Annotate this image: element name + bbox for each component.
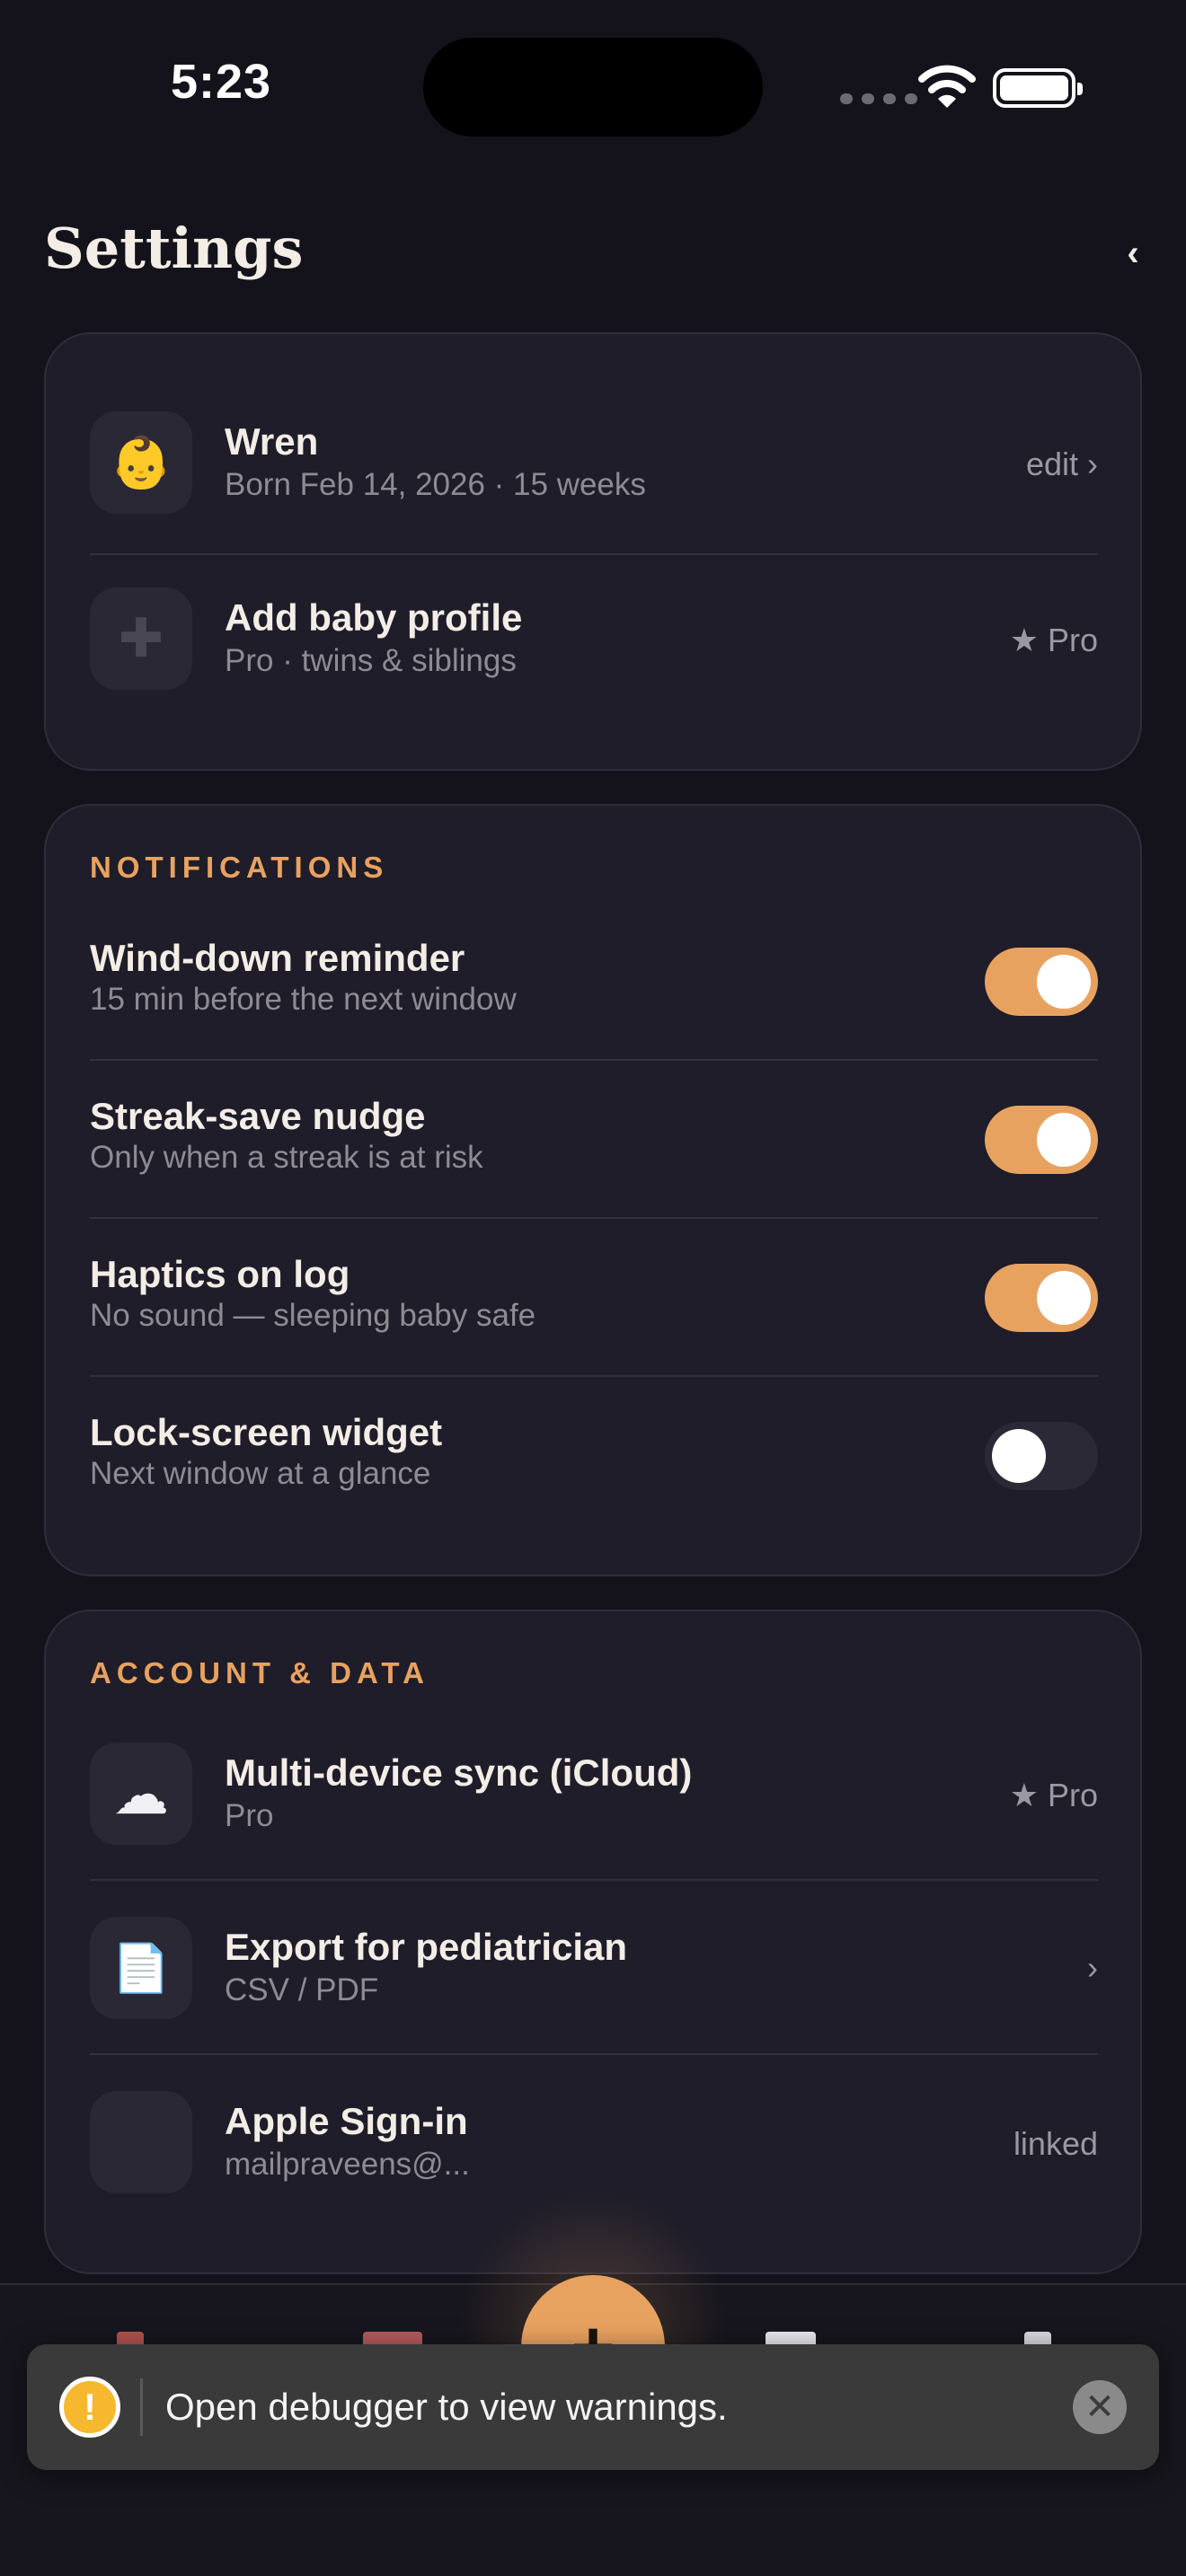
cellular-signal-icon	[840, 93, 917, 104]
notif-title: Streak-save nudge	[90, 1095, 426, 1137]
divider	[90, 1879, 1098, 1881]
add-profile-subtitle: Pro · twins & siblings	[225, 643, 517, 678]
toast-message: Open debugger to view warnings.	[165, 2386, 728, 2428]
baby-icon: 👶	[90, 411, 192, 514]
account-data-card: ACCOUNT & DATA ☁ Multi-device sync (iClo…	[44, 1610, 1142, 2274]
divider	[90, 1059, 1098, 1061]
notifications-card: NOTIFICATIONS Wind-down reminder 15 min …	[44, 804, 1142, 1576]
sync-subtitle: Pro	[225, 1798, 274, 1833]
apple-account-email: mailpraveens@...	[225, 2147, 470, 2182]
lock-screen-widget-toggle[interactable]	[985, 1422, 1098, 1490]
notif-subtitle: 15 min before the next window	[90, 982, 517, 1017]
plus-icon: ✚	[90, 587, 192, 690]
status-time: 5:23	[171, 55, 272, 109]
haptics-on-log-toggle[interactable]	[985, 1264, 1098, 1332]
notif-row-haptics: Haptics on log No sound — sleeping baby …	[90, 1253, 1098, 1343]
document-icon: 📄	[90, 1917, 192, 2019]
pro-badge: ★ Pro	[1009, 622, 1098, 658]
streak-save-nudge-toggle[interactable]	[985, 1106, 1098, 1174]
profile-details: Born Feb 14, 2026 · 15 weeks	[225, 467, 646, 502]
notif-title: Wind-down reminder	[90, 937, 465, 979]
notif-title: Haptics on log	[90, 1253, 350, 1295]
edit-profile-link[interactable]: edit ›	[1026, 446, 1098, 483]
close-icon[interactable]: ✕	[1073, 2380, 1127, 2434]
apple-sign-in-row[interactable]: Apple Sign-in mailpraveens@... linked	[90, 2091, 1098, 2193]
profile-name: Wren	[225, 420, 319, 463]
icloud-sync-row[interactable]: ☁ Multi-device sync (iCloud) Pro ★ Pro	[90, 1742, 1098, 1845]
section-label-account-data: ACCOUNT & DATA	[90, 1656, 429, 1689]
toast-separator	[140, 2378, 143, 2436]
back-button[interactable]: ‹	[1111, 226, 1155, 280]
profile-row-wren[interactable]: 👶 Wren Born Feb 14, 2026 · 15 weeks edit…	[90, 411, 1098, 514]
sync-title: Multi-device sync (iCloud)	[225, 1751, 693, 1794]
notif-row-lock-screen-widget: Lock-screen widget Next window at a glan…	[90, 1411, 1098, 1501]
divider	[90, 2053, 1098, 2055]
chevron-right-icon: ›	[1087, 1949, 1098, 1986]
warning-icon: !	[59, 2377, 120, 2438]
add-profile-title: Add baby profile	[225, 596, 523, 639]
status-bar: 5:23	[0, 0, 1186, 171]
apple-icon	[90, 2091, 192, 2193]
notif-row-streak-save: Streak-save nudge Only when a streak is …	[90, 1095, 1098, 1185]
wind-down-reminder-toggle[interactable]	[985, 948, 1098, 1016]
linked-status: linked	[1013, 2125, 1098, 2162]
divider	[90, 1217, 1098, 1219]
notif-title: Lock-screen widget	[90, 1411, 443, 1453]
section-label-notifications: NOTIFICATIONS	[90, 851, 389, 884]
profiles-card: 👶 Wren Born Feb 14, 2026 · 15 weeks edit…	[44, 332, 1142, 771]
add-baby-profile-row[interactable]: ✚ Add baby profile Pro · twins & sibling…	[90, 587, 1098, 690]
export-title: Export for pediatrician	[225, 1926, 628, 1968]
pro-badge: ★ Pro	[1009, 1777, 1098, 1813]
apple-sign-in-title: Apple Sign-in	[225, 2100, 468, 2142]
wifi-icon	[918, 65, 976, 108]
export-pediatrician-row[interactable]: 📄 Export for pediatrician CSV / PDF ›	[90, 1917, 1098, 2019]
notif-row-wind-down: Wind-down reminder 15 min before the nex…	[90, 937, 1098, 1027]
divider	[90, 553, 1098, 555]
dynamic-island	[423, 38, 763, 137]
divider	[90, 1375, 1098, 1377]
export-subtitle: CSV / PDF	[225, 1972, 379, 2007]
battery-icon	[993, 68, 1083, 108]
page-title: Settings	[44, 216, 304, 281]
notif-subtitle: Next window at a glance	[90, 1456, 431, 1491]
debugger-warning-toast[interactable]: ! Open debugger to view warnings. ✕	[27, 2344, 1159, 2470]
cloud-icon: ☁	[90, 1742, 192, 1845]
notif-subtitle: Only when a streak is at risk	[90, 1140, 483, 1175]
notif-subtitle: No sound — sleeping baby safe	[90, 1298, 536, 1333]
